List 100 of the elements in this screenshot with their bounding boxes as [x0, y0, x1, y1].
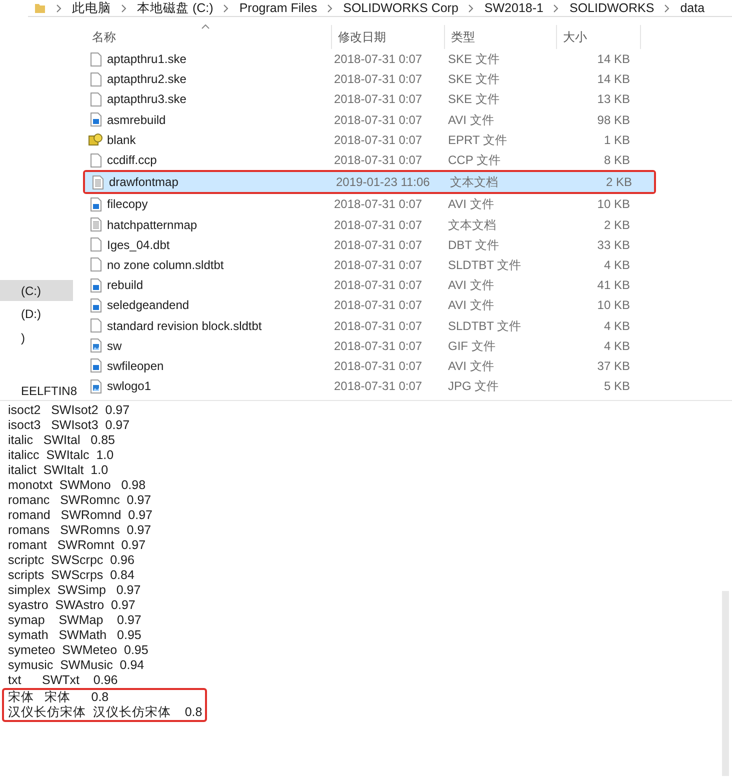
file-row[interactable]: Iges_04.dbt 2018-07-31 0:07 DBT 文件 33 KB	[83, 234, 656, 255]
text-line: syastro SWAstro 0.97	[8, 598, 136, 613]
file-row[interactable]: swfileopen 2018-07-31 0:07 AVI 文件 37 KB	[83, 356, 656, 376]
file-type: SKE 文件	[447, 91, 500, 108]
blank-file-icon	[88, 152, 103, 168]
modified-date: 2018-07-31 0:07	[333, 216, 424, 234]
file-row[interactable]: filecopy 2018-07-31 0:07 AVI 文件 10 KB	[83, 194, 656, 214]
file-row[interactable]: seledgeandend 2018-07-31 0:07 AVI 文件 10 KB	[83, 295, 656, 316]
file-size: 98 KB	[596, 112, 630, 129]
column-header[interactable]: 修改日期	[331, 25, 444, 49]
file-row[interactable]: standard revision block.sldtbt 2018-07-31 0:07 SLDTBT 文件 4 KB	[83, 315, 656, 336]
file-type: 文本文档	[447, 216, 497, 234]
chevron-icon	[664, 4, 670, 12]
image-file-icon	[88, 338, 103, 354]
video-file-icon	[88, 112, 103, 128]
file-name: blank	[107, 132, 136, 149]
modified-date: 2018-07-31 0:07	[333, 71, 424, 88]
file-row[interactable]: rebuild 2018-07-31 0:07 AVI 文件 41 KB	[83, 275, 656, 296]
file-row[interactable]: aptapthru1.ske 2018-07-31 0:07 SKE 文件 14 KB	[83, 49, 656, 70]
modified-date: 2018-07-31 0:07	[333, 91, 424, 108]
file-type: AVI 文件	[447, 112, 495, 129]
nav-item[interactable]: )	[0, 327, 73, 348]
file-size: 2 KB	[604, 174, 632, 192]
chevron-icon	[56, 4, 62, 12]
file-row[interactable]: no zone column.sldtbt 2018-07-31 0:07 SLDTBT 文件 4 KB	[83, 254, 656, 276]
text-line: 汉仪长仿宋体 汉仪长仿宋体 0.8	[8, 705, 202, 720]
file-type: 文本文档	[449, 174, 499, 192]
chevron-icon	[327, 4, 334, 12]
column-header[interactable]: 名称	[86, 25, 331, 49]
file-row[interactable]: hatchpatternmap 2018-07-31 0:07 文本文档 2 KB	[83, 214, 656, 235]
text-line: scripts SWScrps 0.84	[8, 568, 136, 583]
text-line: symusic SWMusic 0.94	[8, 658, 146, 673]
file-row[interactable]: asmrebuild 2018-07-31 0:07 AVI 文件 98 KB	[83, 110, 656, 130]
file-name: filecopy	[107, 196, 148, 214]
text-line: italic SWItal 0.85	[8, 433, 116, 448]
breadcrumb-item[interactable]: data	[680, 0, 705, 18]
column-header[interactable]: 类型	[444, 25, 556, 49]
modified-date: 2018-07-31 0:07	[333, 277, 424, 294]
file-name: asmrebuild	[107, 112, 166, 129]
file-type: GIF 文件	[447, 338, 496, 355]
modified-date: 2018-07-31 0:07	[333, 318, 424, 335]
text-line: isoct3 SWIsot3 0.97	[8, 418, 131, 433]
file-row[interactable]: sw 2018-07-31 0:07 GIF 文件 4 KB	[83, 336, 656, 356]
parts-file-icon	[88, 132, 103, 148]
text-line: romanc SWRomnc 0.97	[8, 493, 152, 508]
file-row[interactable]: swlogo1 2018-07-31 0:07 JPG 文件 5 KB	[83, 376, 656, 396]
chevron-icon	[223, 4, 230, 12]
column-header[interactable]: 大小	[556, 25, 641, 49]
file-row[interactable]: ccdiff.ccp 2018-07-31 0:07 CCP 文件 8 KB	[83, 150, 656, 170]
breadcrumb-item[interactable]: SOLIDWORKS	[569, 0, 654, 18]
blank-file-icon	[88, 92, 103, 107]
file-name: hatchpatternmap	[107, 216, 198, 234]
breadcrumb-item[interactable]: SW2018-1	[484, 0, 544, 18]
text-line: italict SWItalt 1.0	[8, 463, 110, 478]
blank-file-icon	[88, 52, 103, 67]
file-name: aptapthru1.ske	[107, 51, 186, 68]
text-line: symap SWMap 0.97	[8, 613, 142, 628]
file-size: 4 KB	[602, 318, 630, 335]
modified-date: 2018-07-31 0:07	[333, 297, 424, 314]
file-size: 14 KB	[596, 51, 630, 68]
folder-icon	[34, 2, 46, 14]
file-name: standard revision block.sldtbt	[107, 318, 262, 335]
nav-item[interactable]: (C:)	[0, 280, 73, 301]
text-line: romand SWRomnd 0.97	[8, 508, 154, 523]
file-name: seledgeandend	[107, 297, 190, 314]
breadcrumb-item[interactable]: 本地磁盘 (C:)	[137, 0, 214, 18]
file-row[interactable]: aptapthru3.ske 2018-07-31 0:07 SKE 文件 13 KB	[83, 89, 656, 110]
text-line: italicc SWItalc 1.0	[8, 448, 115, 463]
text-line: scriptc SWScrpc 0.96	[8, 553, 136, 568]
file-type: JPG 文件	[447, 378, 500, 396]
text-line: symeteo SWMeteo 0.95	[8, 643, 150, 658]
breadcrumb-item[interactable]: Program Files	[239, 0, 318, 18]
text-line: symath SWMath 0.95	[8, 628, 142, 643]
file-name: sw	[107, 338, 122, 355]
file-name: swfileopen	[107, 358, 164, 375]
nav-item[interactable]: (D:)	[0, 303, 73, 324]
breadcrumb-item[interactable]: SOLIDWORKS Corp	[343, 0, 458, 18]
file-type: SKE 文件	[447, 71, 500, 88]
file-name: Iges_04.dbt	[107, 236, 170, 254]
blank-file-icon	[88, 318, 103, 334]
text-line: simplex SWSimp 0.97	[8, 583, 142, 598]
file-row[interactable]: aptapthru2.ske 2018-07-31 0:07 SKE 文件 14 KB	[83, 69, 656, 90]
file-name: aptapthru2.ske	[107, 71, 186, 88]
file-row[interactable]: blank 2018-07-31 0:07 EPRT 文件 1 KB	[83, 130, 656, 150]
text-line: romans SWRomns 0.97	[8, 523, 152, 538]
file-size: 4 KB	[602, 338, 630, 355]
modified-date: 2018-07-31 0:07	[333, 51, 424, 68]
modified-date: 2018-07-31 0:07	[333, 236, 424, 254]
file-size: 5 KB	[602, 378, 630, 396]
file-type: EPRT 文件	[447, 132, 508, 149]
breadcrumb-item[interactable]: 此电脑	[72, 0, 111, 18]
file-size: 37 KB	[596, 358, 630, 375]
file-size: 10 KB	[596, 297, 630, 314]
file-type: SKE 文件	[447, 51, 500, 68]
file-type: AVI 文件	[447, 196, 495, 214]
modified-date: 2018-07-31 0:07	[333, 378, 424, 396]
file-name: drawfontmap	[109, 174, 178, 192]
file-size: 4 KB	[602, 256, 630, 274]
chevron-icon	[553, 4, 560, 12]
file-row[interactable]: drawfontmap 2019-01-23 11:06 文本文档 2 KB	[85, 172, 654, 192]
